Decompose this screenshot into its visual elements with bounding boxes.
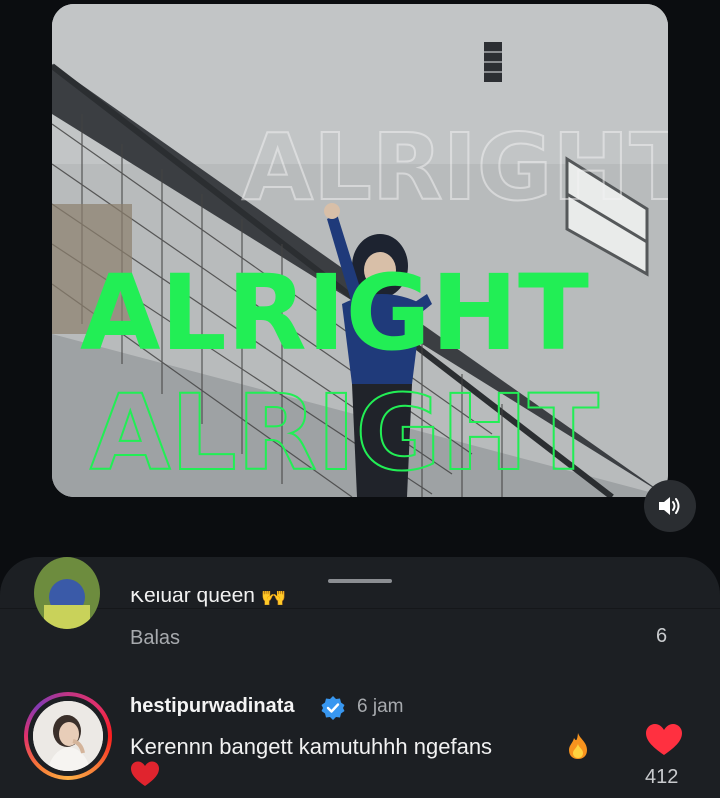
previous-comment-avatar[interactable] — [34, 557, 100, 629]
verified-badge-icon — [321, 696, 345, 720]
like-count: 6 — [656, 625, 668, 647]
sheet-drag-handle[interactable] — [328, 579, 392, 583]
fire-emoji-icon — [569, 733, 587, 759]
reply-button[interactable]: Balas — [130, 627, 180, 650]
video-player[interactable]: ALRIGHT ALRIGHT ALRIGHT — [52, 4, 668, 497]
comment-time: 6 jam — [357, 696, 404, 717]
sound-toggle-button[interactable] — [644, 480, 696, 532]
story-ring[interactable] — [24, 692, 112, 780]
red-heart-emoji-icon — [131, 761, 159, 786]
comments-sheet: Keluar queen 🙌 Balas 6 hestipurwadinata … — [0, 557, 720, 798]
comment-username[interactable]: hestipurwadinata — [130, 695, 294, 718]
like-heart-icon[interactable] — [645, 723, 683, 757]
overlay-text-main: ALRIGHT — [80, 252, 589, 374]
avatar — [33, 701, 103, 771]
sheet-divider — [0, 608, 720, 609]
overlay-text-bottom: ALRIGHT — [90, 372, 599, 494]
like-count: 412 — [645, 766, 679, 788]
speaker-on-icon — [659, 497, 680, 515]
comment-text: Kerennn bangett kamutuhhh ngefans — [130, 734, 493, 759]
previous-comment-text: Keluar queen 🙌 — [130, 591, 287, 607]
overlay-text-top: ALRIGHT — [242, 114, 668, 221]
video-frame: ALRIGHT ALRIGHT ALRIGHT — [52, 4, 668, 497]
